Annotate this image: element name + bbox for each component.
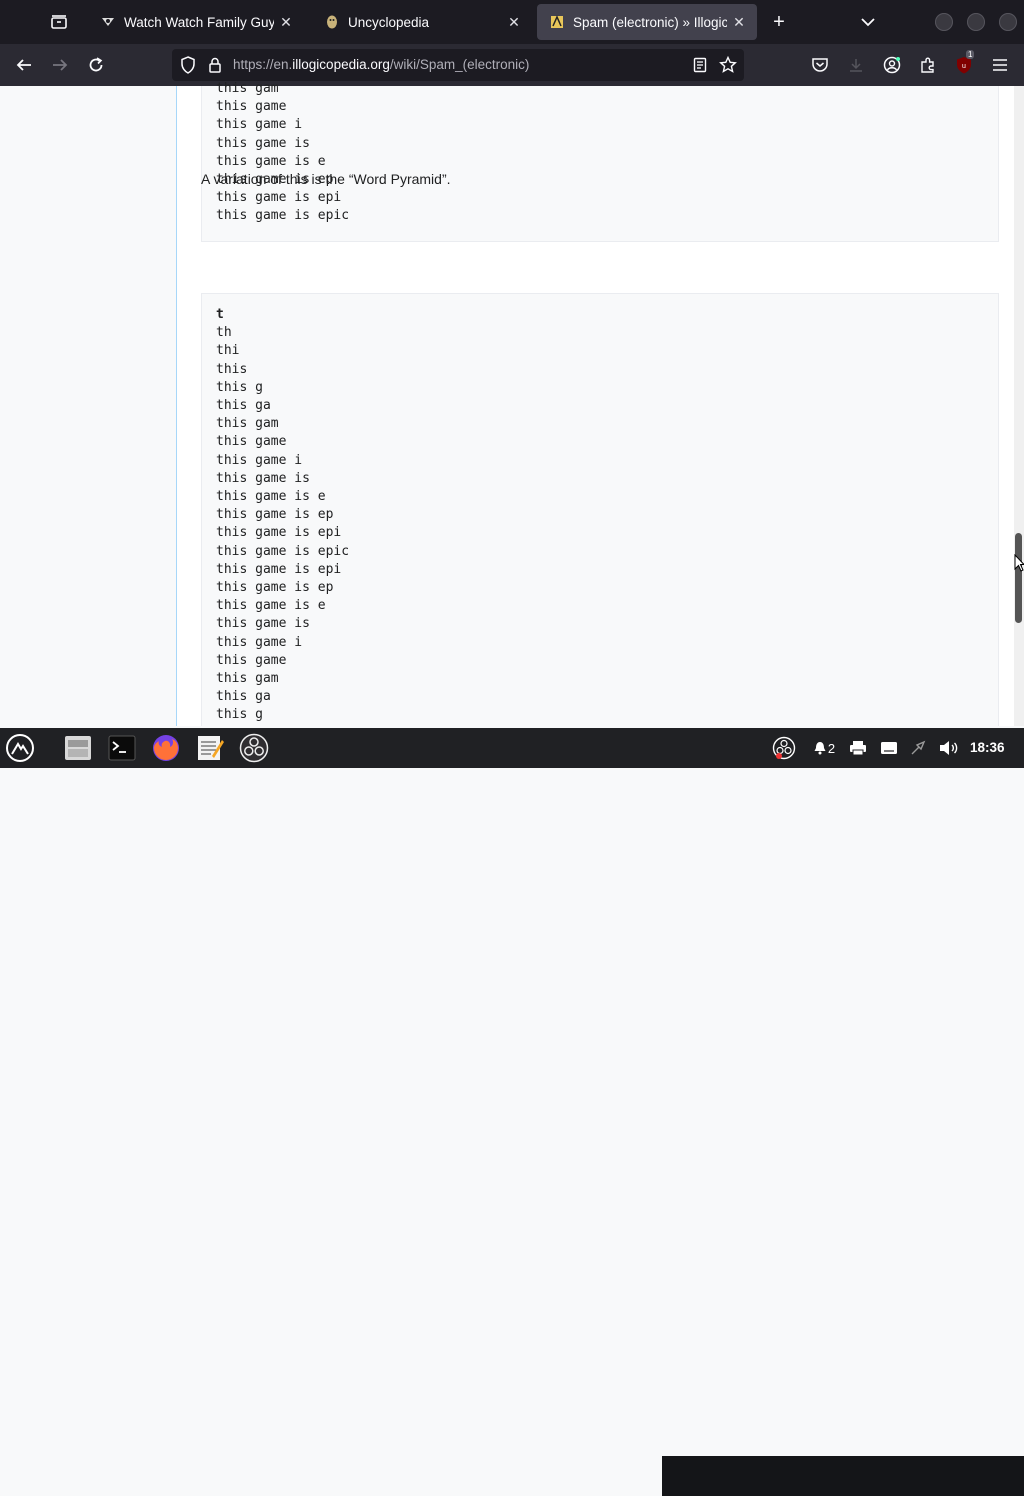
vertical-scrollbar[interactable] [1014,86,1024,726]
code-line: this g [216,379,263,395]
family-guy-favicon [100,14,116,30]
code-line: this game is [216,135,310,151]
url-text[interactable]: https://en.illogicopedia.org/wiki/Spam_(… [233,57,529,72]
code-line: this game is [216,616,310,632]
code-line: this game [216,652,287,668]
clock[interactable]: 18:36 [970,740,1005,755]
code-line: this game is ep [216,507,334,523]
firefox-view-icon [51,15,67,29]
illogicopedia-favicon [549,14,565,30]
code-line: t [216,307,224,322]
downloads-icon[interactable] [842,52,870,78]
code-line: this ga [216,398,271,413]
back-button[interactable] [10,52,38,78]
arrow-left-icon [16,59,31,71]
tab-title: Watch Watch Family Guy Onli [124,14,274,30]
page-viewport [0,86,1014,726]
scrollbar-thumb[interactable] [1015,533,1022,623]
code-line: this gam [216,81,279,96]
ublock-origin-icon[interactable]: u 1 [950,50,978,78]
obs-studio-icon[interactable] [238,732,270,764]
forward-button[interactable] [46,52,74,78]
firefox-icon[interactable] [150,732,182,764]
extensions-puzzle-icon[interactable] [914,52,942,78]
code-line: this [216,361,248,377]
tab-title: Uncyclopedia [348,14,430,30]
maximize-window-button[interactable] [967,13,985,31]
tab-family-guy[interactable]: Watch Watch Family Guy Onli ✕ [88,4,304,40]
code-line: this game is e [216,598,326,614]
tab-uncyclopedia[interactable]: Uncyclopedia ✕ [312,4,532,40]
pocket-icon[interactable] [806,52,834,78]
reload-button[interactable] [82,52,110,78]
tab-title: Spam (electronic) » Illogicope [573,14,727,30]
app-menu-logo-icon[interactable] [4,732,36,764]
code-line: this game is ep [216,580,334,595]
code-line: this gam [216,671,279,686]
reload-icon [89,57,103,72]
code-line: this game i [216,452,303,468]
notification-count: 2 [827,740,836,756]
code-line: this game is epi [216,561,342,577]
new-tab-button[interactable]: + [766,10,792,34]
code-line: this game is epi [216,190,342,206]
url-host: illogicopedia.org [292,57,390,72]
code-line: this game [216,99,287,115]
url-path: /wiki/Spam_(electronic) [389,57,530,72]
obs-tray-icon[interactable] [771,736,797,760]
network-disconnected-icon[interactable] [907,736,929,760]
list-all-tabs-button[interactable] [856,10,880,34]
chevron-down-icon [861,18,875,27]
hamburger-menu-icon[interactable] [986,52,1014,78]
padlock-icon[interactable] [201,52,229,78]
account-icon[interactable] [878,52,906,78]
code-line: this game is epic [216,543,350,559]
file-manager-icon[interactable] [62,732,94,764]
uncyclopedia-potato-favicon [324,14,340,30]
code-line: this gam [216,416,279,432]
minimize-window-button[interactable] [935,13,953,31]
keyboard-icon[interactable] [878,736,900,760]
close-tab-icon[interactable]: ✕ [502,10,526,34]
text-editor-icon[interactable] [194,732,226,764]
code-line: this game is e [216,153,326,169]
printer-icon[interactable] [847,736,869,760]
reader-view-icon[interactable] [686,52,714,78]
code-line: this ga [216,689,271,705]
code-line: this game [216,434,287,450]
tab-spam-electronic[interactable]: Spam (electronic) » Illogicope ✕ [537,4,757,40]
notifications-tray[interactable]: 2 [810,736,838,760]
tracking-protection-icon[interactable] [174,52,202,78]
code-line: th [216,325,232,341]
code-line: this game is epic [216,208,350,224]
code-line: this game is e [216,489,326,504]
code-line: this g [216,707,263,723]
terminal-icon[interactable] [106,732,138,764]
code-line: thi [216,343,240,359]
firefox-view-button[interactable] [46,10,72,34]
code-line: this game i [216,117,303,133]
bookmark-star-icon[interactable] [714,52,742,78]
code-line: this game i [216,634,303,650]
code-line: this game is [216,470,310,486]
url-prefix: https://en. [233,57,293,72]
close-tab-icon[interactable]: ✕ [274,10,298,34]
arrow-right-icon [53,59,68,71]
close-tab-icon[interactable]: ✕ [727,10,751,34]
volume-icon[interactable] [938,736,960,760]
tray-area [662,1456,1024,1496]
svg-text:u: u [962,63,966,70]
paragraph-text: A variation of this is the “Word Pyramid… [201,171,451,187]
code-line: this game is epi [216,525,342,541]
mouse-cursor-icon [1014,554,1024,572]
close-window-button[interactable] [999,13,1017,31]
extension-badge: 1 [966,50,975,59]
notification-icon [814,742,826,755]
